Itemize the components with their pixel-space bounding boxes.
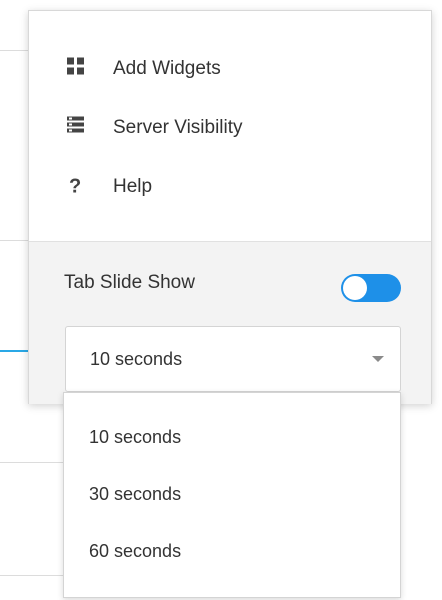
- interval-option-label: 60 seconds: [89, 541, 182, 561]
- background-divider: [0, 575, 63, 576]
- background-accent-line: [0, 350, 28, 352]
- slideshow-toggle[interactable]: [341, 274, 401, 302]
- interval-dropdown: 10 seconds 30 seconds 60 seconds: [63, 392, 401, 598]
- question-icon: ?: [69, 175, 82, 198]
- background-divider: [0, 240, 28, 241]
- caret-down-icon: [372, 356, 384, 362]
- server-visibility-item[interactable]: Server Visibility: [29, 99, 431, 157]
- interval-option[interactable]: 30 seconds: [64, 465, 400, 521]
- add-widgets-item[interactable]: Add Widgets: [29, 40, 431, 98]
- server-visibility-label: Server Visibility: [113, 117, 243, 138]
- interval-option-label: 30 seconds: [89, 484, 182, 504]
- interval-option[interactable]: 60 seconds: [64, 522, 400, 578]
- grid-icon: [67, 57, 85, 81]
- toggle-knob: [343, 276, 367, 300]
- add-widgets-label: Add Widgets: [113, 58, 221, 79]
- slideshow-interval-select[interactable]: 10 seconds: [65, 326, 401, 392]
- slideshow-settings: Tab Slide Show 10 seconds: [29, 241, 431, 404]
- server-icon: [67, 116, 85, 140]
- tab-slideshow-label: Tab Slide Show: [64, 272, 195, 293]
- settings-menu: Add Widgets Server Visibility ? Help Tab…: [28, 10, 432, 404]
- interval-option-label: 10 seconds: [89, 427, 182, 447]
- help-label: Help: [113, 176, 153, 197]
- help-item[interactable]: ? Help: [29, 158, 431, 216]
- interval-option[interactable]: 10 seconds: [64, 408, 400, 464]
- background-divider: [0, 50, 28, 51]
- background-divider: [0, 462, 63, 463]
- selected-interval: 10 seconds: [90, 349, 183, 369]
